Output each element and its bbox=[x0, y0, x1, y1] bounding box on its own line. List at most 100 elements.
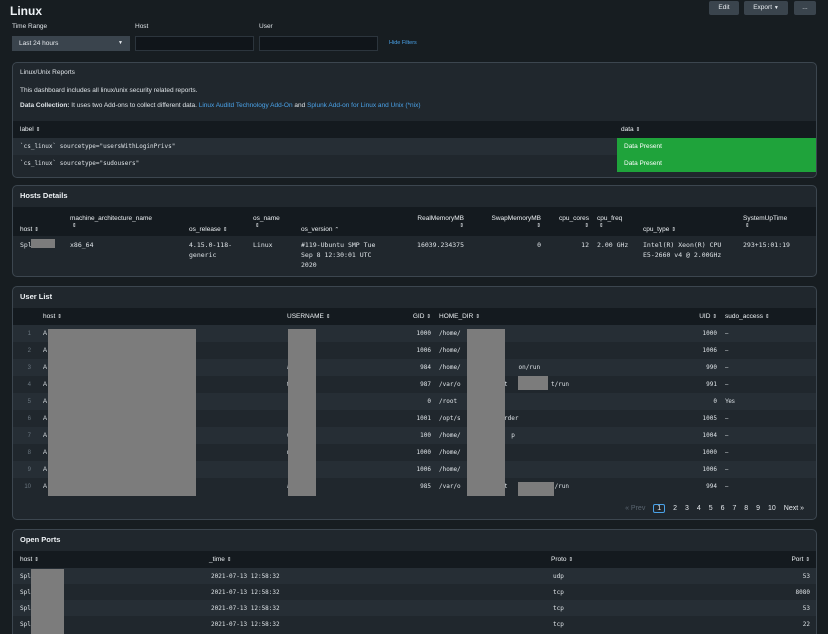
sudo-access-cell: – bbox=[725, 347, 729, 354]
table-row: `cs_linux` sourcetype="sudousers" Data P… bbox=[13, 155, 816, 172]
uid-cell: 1006 bbox=[702, 347, 717, 354]
page-button-9[interactable]: 9 bbox=[756, 505, 760, 512]
col-label[interactable]: label ⇕ bbox=[13, 121, 617, 138]
time-cell: 2021-07-13 12:58:32 bbox=[211, 604, 280, 612]
cpu-type-cell: Intel(R) Xeon(R) CPU E5-2660 v4 @ 2.00GH… bbox=[643, 241, 722, 259]
sort-icon: ⇕ bbox=[568, 557, 574, 563]
col-real-memory[interactable]: RealMemoryMB ⇕ bbox=[402, 207, 468, 236]
sort-icon: ⇕ bbox=[226, 557, 232, 563]
users-title: User List bbox=[20, 292, 53, 301]
page-button-8[interactable]: 8 bbox=[744, 505, 748, 512]
col-data[interactable]: data ⇕ bbox=[617, 121, 816, 138]
sort-icon: ⇕ bbox=[459, 222, 464, 229]
col-uptime[interactable]: SystemUpTime ⇕ bbox=[739, 207, 816, 236]
col-os-version[interactable]: os_version ⌃ bbox=[297, 207, 402, 236]
page-button-7[interactable]: 7 bbox=[732, 505, 736, 512]
sort-icon: ⇕ bbox=[57, 314, 62, 320]
unix-addon-link[interactable]: Splunk Add-on for Linux and Unix (*nix) bbox=[307, 102, 420, 109]
edit-button[interactable]: Edit bbox=[709, 1, 739, 15]
col-gid[interactable]: GID ⇕ bbox=[381, 308, 435, 325]
reports-table: label ⇕ data ⇕ `cs_linux` sourcetype="user… bbox=[13, 121, 816, 172]
col-arch[interactable]: machine_architecture_name ⇕ bbox=[66, 207, 185, 236]
host-label: Host bbox=[135, 23, 149, 30]
label-cell: `cs_linux` sourcetype="sudousers" bbox=[20, 160, 140, 167]
label-cell: `cs_linux` sourcetype="usersWithLoginPri… bbox=[20, 143, 176, 150]
port-cell: 53 bbox=[802, 572, 810, 580]
table-row: `cs_linux` sourcetype="usersWithLoginPri… bbox=[13, 138, 816, 155]
time-cell: 2021-07-13 12:58:32 bbox=[211, 588, 280, 596]
col-os-name[interactable]: os_name ⇕ bbox=[249, 207, 297, 236]
user-input[interactable] bbox=[259, 36, 378, 51]
col-cpu-type[interactable]: cpu_type ⇕ bbox=[639, 207, 739, 236]
auditd-addon-link[interactable]: Linux Auditd Technology Add-On bbox=[199, 102, 293, 109]
time-range-select[interactable]: Last 24 hours ▼ bbox=[12, 36, 130, 51]
page-button-3[interactable]: 3 bbox=[685, 505, 689, 512]
col-host[interactable]: host ⇕ bbox=[13, 207, 66, 236]
col-host[interactable]: host ⇕ bbox=[39, 308, 283, 325]
reports-description: This dashboard includes all linux/unix s… bbox=[20, 87, 198, 94]
gid-cell: 100 bbox=[420, 432, 431, 439]
col-sudo-access[interactable]: sudo_access ⇕ bbox=[721, 308, 816, 325]
sudo-access-cell: – bbox=[725, 466, 729, 473]
users-panel: User List host ⇕ USERNAME ⇕ GID ⇕ HOME_DIR ⇕… bbox=[12, 286, 817, 520]
page-button-6[interactable]: 6 bbox=[721, 505, 725, 512]
col-port[interactable]: Port ⇕ bbox=[685, 551, 816, 568]
col-os-release[interactable]: os_release ⇕ bbox=[185, 207, 249, 236]
time-range-value: Last 24 hours bbox=[19, 40, 59, 47]
sort-icon: ⇕ bbox=[805, 557, 810, 563]
sort-icon: ⇕ bbox=[764, 314, 770, 320]
col-cpu-freq[interactable]: cpu_freq ⇕ bbox=[593, 207, 639, 236]
data-cell: Data Present bbox=[617, 155, 816, 172]
table-row: Spl x86_64 4.15.0-118- generic Linux #11… bbox=[13, 236, 816, 274]
time-cell: 2021-07-13 12:58:32 bbox=[211, 620, 280, 628]
col-time[interactable]: _time ⇕ bbox=[205, 551, 547, 568]
hide-filters-link[interactable]: Hide Filters bbox=[389, 40, 417, 46]
col-host[interactable]: host ⇕ bbox=[13, 551, 205, 568]
uid-cell: 1005 bbox=[702, 415, 717, 422]
gid-cell: 1006 bbox=[416, 466, 431, 473]
col-uid[interactable]: UID ⇕ bbox=[675, 308, 721, 325]
row-number: 5 bbox=[27, 398, 31, 405]
table-row: Spl 2021-07-13 12:58:32 udp 53 bbox=[13, 568, 816, 584]
sort-icon: ⇕ bbox=[325, 314, 331, 320]
uid-cell: 991 bbox=[706, 381, 717, 388]
sudo-access-cell: – bbox=[725, 330, 729, 337]
ports-title: Open Ports bbox=[20, 535, 61, 544]
export-button[interactable]: Export ▼ bbox=[744, 1, 788, 15]
host-input[interactable] bbox=[135, 36, 254, 51]
table-row: Spl 2021-07-13 12:58:32 tcp 53 bbox=[13, 600, 816, 616]
export-label: Export bbox=[753, 4, 773, 11]
sort-icon: ⇕ bbox=[72, 222, 77, 229]
data-cell: Data Present bbox=[617, 138, 816, 155]
reports-title: Linux/Unix Reports bbox=[20, 69, 75, 76]
col-home-dir[interactable]: HOME_DIR ⇕ bbox=[435, 308, 675, 325]
next-page-button[interactable]: Next » bbox=[784, 505, 804, 512]
data-collection-text: Data Collection: It uses two Add-ons to … bbox=[13, 99, 816, 113]
prev-page-button[interactable]: « Prev bbox=[625, 505, 645, 512]
os-version-cell: #119-Ubuntu SMP Tue Sep 8 12:30:01 UTC 2… bbox=[301, 241, 376, 269]
uid-cell: 1006 bbox=[702, 466, 717, 473]
page-button-4[interactable]: 4 bbox=[697, 505, 701, 512]
col-proto[interactable]: Proto ⇕ bbox=[547, 551, 685, 568]
page-button-5[interactable]: 5 bbox=[709, 505, 713, 512]
redaction-block bbox=[288, 329, 316, 496]
sort-icon: ⇕ bbox=[34, 557, 39, 563]
paginator: « Prev 1 2 3 4 5 6 7 8 9 10 Next » bbox=[619, 504, 804, 513]
cpu-freq-cell: 2.00 GHz bbox=[597, 241, 629, 249]
row-number: 4 bbox=[27, 381, 31, 388]
swap-memory-cell: 0 bbox=[537, 241, 541, 249]
sudo-access-cell: – bbox=[725, 449, 729, 456]
row-number: 9 bbox=[27, 466, 31, 473]
page-button-1[interactable]: 1 bbox=[653, 504, 666, 513]
page-button-2[interactable]: 2 bbox=[673, 505, 677, 512]
table-row: Spl 2021-07-13 12:58:32 tcp 8080 bbox=[13, 584, 816, 600]
col-swap-memory[interactable]: SwapMemoryMB ⇕ bbox=[468, 207, 545, 236]
col-username[interactable]: USERNAME ⇕ bbox=[283, 308, 381, 325]
redaction-block bbox=[518, 376, 548, 390]
page-button-10[interactable]: 10 bbox=[768, 505, 776, 512]
col-cpu-cores[interactable]: cpu_cores ⇕ bbox=[545, 207, 593, 236]
more-button[interactable]: ... bbox=[794, 1, 816, 15]
sort-icon: ⇕ bbox=[536, 222, 541, 229]
row-number: 2 bbox=[27, 347, 31, 354]
redaction-block bbox=[48, 329, 196, 496]
